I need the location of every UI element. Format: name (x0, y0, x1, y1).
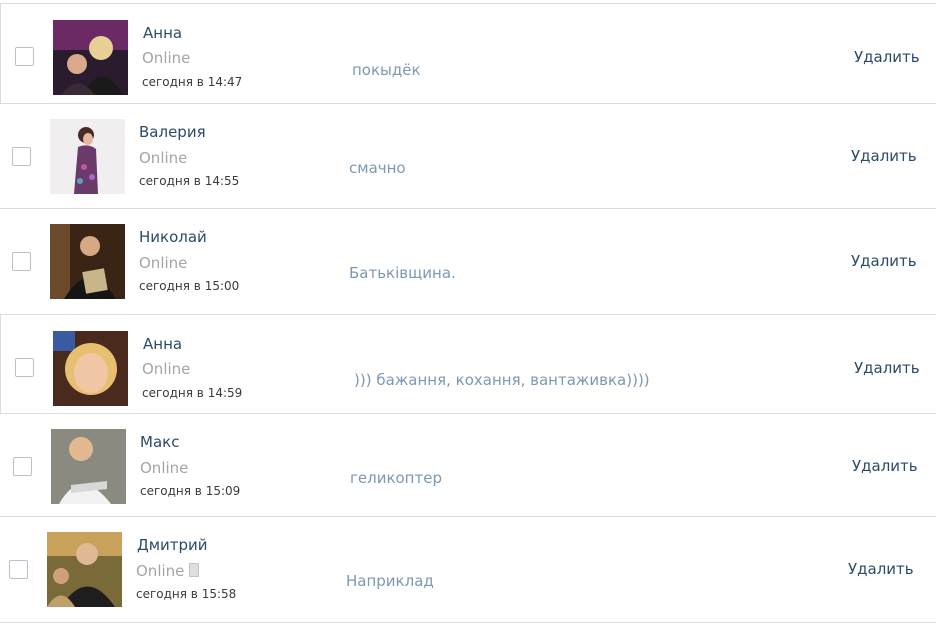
sender-name[interactable]: Николай (139, 228, 207, 246)
avatar[interactable] (51, 429, 126, 504)
select-checkbox[interactable] (13, 457, 32, 476)
dialog-row[interactable]: Анна Online сегодня в 14:59 ))) бажання,… (0, 315, 936, 414)
select-checkbox[interactable] (12, 252, 31, 271)
message-preview[interactable]: Батьківщина. (349, 264, 456, 282)
message-preview[interactable]: смачно (349, 159, 406, 177)
message-time: сегодня в 15:58 (136, 587, 237, 601)
phone-icon (189, 563, 200, 577)
select-checkbox[interactable] (15, 358, 34, 377)
online-status: Online (142, 360, 191, 378)
delete-button[interactable]: Удалить (851, 252, 917, 270)
sender-name[interactable]: Анна (143, 24, 182, 42)
online-status: Online (140, 459, 189, 477)
message-time: сегодня в 14:55 (139, 174, 240, 188)
sender-name[interactable]: Макс (140, 433, 179, 451)
message-preview[interactable]: ))) бажання, кохання, вантаживка)))) (354, 371, 650, 389)
message-preview[interactable]: Наприклад (346, 572, 434, 590)
sender-name[interactable]: Валерия (139, 123, 206, 141)
avatar[interactable] (50, 224, 125, 299)
message-time: сегодня в 15:09 (140, 484, 241, 498)
message-time: сегодня в 14:47 (142, 75, 243, 89)
dialog-row[interactable]: Николай Online сегодня в 15:00 Батьківщи… (0, 209, 936, 315)
online-status: Online (142, 49, 191, 67)
dialog-row[interactable]: Макс Online сегодня в 15:09 геликоптер У… (0, 414, 936, 517)
delete-button[interactable]: Удалить (848, 560, 914, 578)
dialog-row[interactable]: Валерия Online сегодня в 14:55 смачно Уд… (0, 104, 936, 209)
message-preview[interactable]: покыдёк (352, 61, 421, 79)
message-preview[interactable]: геликоптер (350, 469, 442, 487)
select-checkbox[interactable] (9, 560, 28, 579)
delete-button[interactable]: Удалить (852, 457, 918, 475)
online-status: Online (139, 254, 188, 272)
online-status: Online (139, 149, 188, 167)
message-time: сегодня в 14:59 (142, 386, 243, 400)
delete-button[interactable]: Удалить (854, 48, 920, 66)
delete-button[interactable]: Удалить (851, 147, 917, 165)
sender-name[interactable]: Дмитрий (137, 536, 208, 554)
dialog-row[interactable]: Дмитрий Online сегодня в 15:58 Наприклад… (0, 517, 936, 623)
select-checkbox[interactable] (15, 47, 34, 66)
delete-button[interactable]: Удалить (854, 359, 920, 377)
select-checkbox[interactable] (12, 147, 31, 166)
avatar[interactable] (53, 20, 128, 95)
message-time: сегодня в 15:00 (139, 279, 240, 293)
avatar[interactable] (50, 119, 125, 194)
avatar[interactable] (47, 532, 122, 607)
sender-name[interactable]: Анна (143, 335, 182, 353)
dialog-row[interactable]: Анна Online сегодня в 14:47 покыдёк Удал… (0, 4, 936, 104)
online-status: Online (136, 562, 200, 580)
avatar[interactable] (53, 331, 128, 406)
online-status-text: Online (136, 562, 185, 580)
